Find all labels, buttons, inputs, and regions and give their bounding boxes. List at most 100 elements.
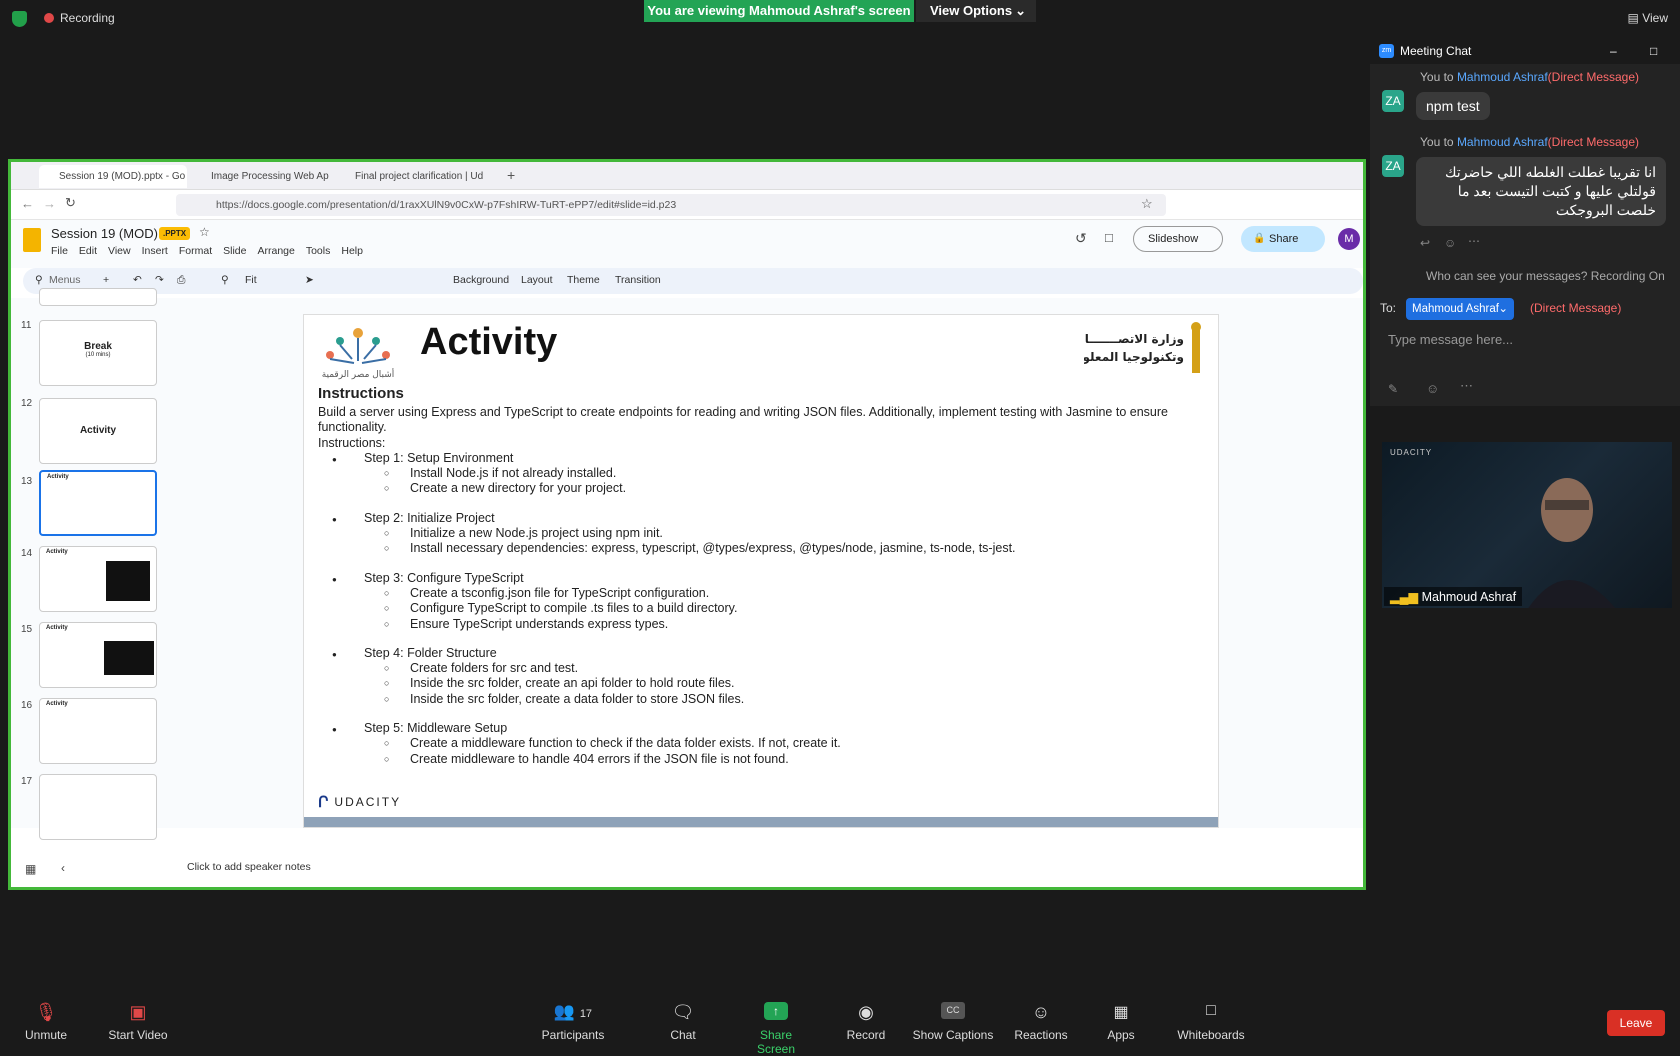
step-item: Create folders for src and test. <box>384 661 1208 677</box>
slide-thumbnail-10[interactable] <box>39 288 157 306</box>
user-avatar[interactable]: M <box>1338 228 1360 250</box>
thumbnail-terminal-image <box>106 561 150 601</box>
more-icon[interactable]: ⋯ <box>1460 378 1473 394</box>
grid-view-icon[interactable]: ▦ <box>25 862 36 876</box>
bookmark-star-icon[interactable]: ☆ <box>1141 196 1153 212</box>
reactions-button[interactable]: ☺ Reactions <box>1014 1002 1068 1042</box>
avatar: ZA <box>1382 155 1404 177</box>
participant-video-tile[interactable]: UDACITY ▂▄▆ Mahmoud Ashraf <box>1382 442 1672 608</box>
chat-message-bubble[interactable]: انا تقريبا غطلت الغلطه اللي حاضرتك قولتل… <box>1416 157 1666 226</box>
chat-button[interactable]: 🗨 Chat <box>668 1002 698 1042</box>
avatar: ZA <box>1382 90 1404 112</box>
menus-search-input[interactable]: Menus <box>49 274 81 286</box>
search-icon[interactable]: ⚲ <box>35 274 43 286</box>
participant-name-label: ▂▄▆ Mahmoud Ashraf <box>1384 587 1523 606</box>
browser-tab-slides[interactable]: Session 19 (MOD).pptx - Go <box>39 165 187 188</box>
start-video-button[interactable]: ▣ Start Video <box>100 1002 176 1042</box>
record-button[interactable]: ◉ Record <box>846 1002 886 1042</box>
document-title[interactable]: Session 19 (MOD) <box>51 226 158 241</box>
select-tool-icon[interactable]: ➤ <box>305 274 314 286</box>
comments-icon[interactable]: □ <box>1105 230 1113 245</box>
redo-icon[interactable]: ↷ <box>155 274 164 286</box>
add-reaction-icon[interactable]: ☺ <box>1444 236 1456 250</box>
background-button[interactable]: Background <box>453 274 509 286</box>
browser-tab-image-processing[interactable]: Image Processing Web Ap <box>191 165 331 188</box>
menu-arrange[interactable]: Arrange <box>257 245 294 257</box>
leave-button[interactable]: Leave <box>1607 1010 1665 1036</box>
slideshow-button[interactable]: Slideshow <box>1133 226 1223 252</box>
view-options-button[interactable]: View Options ⌄ <box>916 0 1036 22</box>
star-icon[interactable]: ☆ <box>199 225 210 239</box>
menu-file[interactable]: File <box>51 245 68 257</box>
share-screen-button[interactable]: ↑ Share Screen <box>740 1002 812 1056</box>
menu-format[interactable]: Format <box>179 245 212 257</box>
apps-button[interactable]: ▦ Apps <box>1106 1002 1136 1042</box>
slide-thumbnail-16[interactable]: Activity <box>39 698 157 764</box>
menu-view[interactable]: View <box>108 245 131 257</box>
slide-thumbnail-15[interactable]: Activity <box>39 622 157 688</box>
more-options-icon[interactable]: ⋯ <box>1468 234 1480 248</box>
chat-message-bubble[interactable]: npm test <box>1416 92 1490 120</box>
thumbnail-label: Break <box>84 341 112 352</box>
security-shield-icon[interactable] <box>12 11 27 27</box>
theme-button[interactable]: Theme <box>567 274 600 286</box>
slide-thumbnail-17[interactable] <box>39 774 157 840</box>
slides-logo-icon[interactable] <box>23 228 41 252</box>
slide-thumbnail-12[interactable]: Activity <box>39 398 157 464</box>
share-button[interactable]: 🔒 Share <box>1241 226 1325 252</box>
chat-header: zm Meeting Chat – □ <box>1370 38 1680 64</box>
reload-icon[interactable]: ↻ <box>65 195 76 211</box>
message-input[interactable]: Type message here... <box>1388 332 1513 347</box>
history-icon[interactable]: ↺ <box>1075 230 1087 247</box>
transition-button[interactable]: Transition <box>615 274 661 286</box>
new-tab-icon[interactable]: + <box>507 167 515 183</box>
record-icon: ◉ <box>858 1002 874 1022</box>
participants-button[interactable]: 👥 17 Participants <box>540 1002 606 1042</box>
message-meta: You to Mahmoud Ashraf(Direct Message) <box>1420 70 1639 84</box>
show-captions-button[interactable]: CC Show Captions <box>912 1002 994 1042</box>
emoji-icon[interactable]: ☺ <box>1426 381 1439 396</box>
zoom-icon[interactable]: ⚲ <box>221 274 229 286</box>
message-recipient[interactable]: Mahmoud Ashraf <box>1457 135 1548 149</box>
current-slide[interactable]: أشبال مصر الرقمية Activity وزارة الاتصــ… <box>303 314 1219 828</box>
udacity-u-icon: Ր <box>318 794 331 811</box>
view-button[interactable]: ▤ View <box>1628 11 1668 25</box>
print-icon[interactable]: ⎙ <box>177 274 185 287</box>
forward-icon[interactable]: → <box>43 196 56 211</box>
minimize-icon[interactable]: – <box>1610 38 1617 64</box>
format-text-icon[interactable]: ✎ <box>1388 382 1398 396</box>
reply-icon[interactable]: ↩ <box>1420 236 1430 250</box>
direct-message-tag: (Direct Message) <box>1547 135 1640 149</box>
slide-thumbnail-11[interactable]: Break (10 mins) <box>39 320 157 386</box>
zoom-select[interactable]: Fit <box>245 274 257 286</box>
whiteboards-button[interactable]: □ Whiteboards <box>1176 1002 1246 1042</box>
message-recipient[interactable]: Mahmoud Ashraf <box>1457 70 1548 84</box>
menu-tools[interactable]: Tools <box>306 245 331 257</box>
step-item: Create a tsconfig.json file for TypeScri… <box>384 586 1208 602</box>
step-item: Install Node.js if not already installed… <box>384 466 1208 482</box>
menu-insert[interactable]: Insert <box>142 245 168 257</box>
layout-button[interactable]: Layout <box>521 274 553 286</box>
slide-thumbnail-13-selected[interactable]: Activity <box>39 470 157 536</box>
recipient-dropdown[interactable]: Mahmoud Ashraf ⌄ <box>1406 298 1514 320</box>
menu-help[interactable]: Help <box>341 245 363 257</box>
collapse-filmstrip-icon[interactable]: ‹ <box>61 861 65 875</box>
message-from: You to <box>1420 70 1457 84</box>
speaker-notes-field[interactable]: Click to add speaker notes <box>175 852 1355 882</box>
menu-slide[interactable]: Slide <box>223 245 246 257</box>
maximize-icon[interactable]: □ <box>1650 38 1657 64</box>
thumbnail-label: Activity <box>79 425 117 436</box>
back-icon[interactable]: ← <box>21 196 34 211</box>
step-item: Create a new directory for your project. <box>384 481 1208 497</box>
udacity-footer-text: UDACITY <box>334 795 402 809</box>
who-can-see-notice[interactable]: Who can see your messages? Recording On <box>1426 269 1665 283</box>
menu-edit[interactable]: Edit <box>79 245 97 257</box>
slide-thumbnail-14[interactable]: Activity <box>39 546 157 612</box>
address-input[interactable]: https://docs.google.com/presentation/d/1… <box>176 194 1166 216</box>
new-slide-icon[interactable]: + <box>103 274 109 286</box>
recording-indicator[interactable]: Recording <box>44 11 115 25</box>
undo-icon[interactable]: ↶ <box>133 274 142 286</box>
recipient-label: Mahmoud Ashraf <box>1412 303 1499 315</box>
browser-tab-final-project[interactable]: Final project clarification | Ud <box>335 165 495 188</box>
unmute-button[interactable]: 🎙 Unmute <box>20 1002 72 1042</box>
